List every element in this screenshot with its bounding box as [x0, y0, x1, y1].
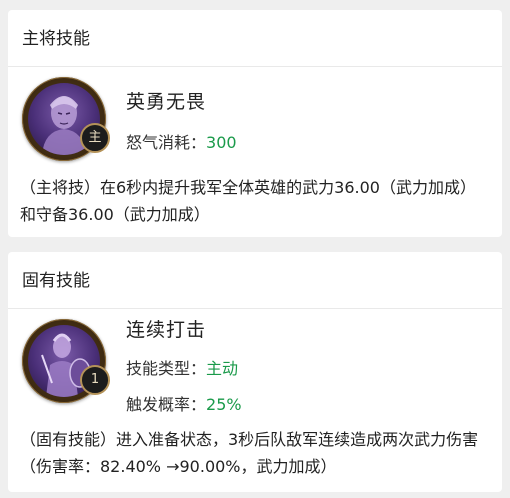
- attr-value: 25%: [206, 395, 242, 414]
- skill-name: 连续打击: [126, 319, 207, 341]
- skill-description: （主将技）在6秒内提升我军全体英雄的武力36.00（武力加成）和守备36.00（…: [20, 178, 476, 224]
- skill-row: 1 连续打击 技能类型：主动 触发概率：25%: [8, 309, 502, 421]
- skill-attr-type: 技能类型：主动: [126, 355, 238, 379]
- section-title: 固有技能: [8, 252, 502, 309]
- attr-label: 技能类型：: [126, 359, 207, 378]
- skill-icon-wrap[interactable]: 主: [22, 77, 110, 161]
- attr-label: 触发概率：: [126, 395, 207, 414]
- skill-description: （固有技能）进入准备状态，3秒后队敌军连续造成两次武力伤害（伤害率：82.40%…: [20, 430, 479, 476]
- skill-attr-trigger-rate: 触发概率：25%: [126, 391, 242, 415]
- attr-value: 300: [206, 133, 237, 152]
- section-title: 主将技能: [8, 10, 502, 67]
- skill-portrait-frame: 主: [22, 77, 110, 161]
- skill-portrait-frame: 1: [22, 319, 110, 403]
- leader-skill-card: 主将技能 主 英勇无畏 怒气消耗：300 （主将技）在6秒内提升我军全体英雄的武…: [8, 10, 502, 237]
- attr-label: 怒气消耗：: [126, 133, 207, 152]
- skill-level-badge: 1: [80, 365, 110, 395]
- leader-badge: 主: [80, 123, 110, 153]
- skill-attr-rage-cost: 怒气消耗：300: [126, 129, 237, 153]
- attr-value: 主动: [206, 359, 239, 378]
- innate-skill-card: 固有技能 1 连续打击 技能类型：主动 触发概率：25% （固有技能）进入准备状…: [8, 252, 502, 492]
- skill-row: 主 英勇无畏 怒气消耗：300: [8, 67, 502, 175]
- skill-name: 英勇无畏: [126, 91, 207, 113]
- skill-icon-wrap[interactable]: 1: [22, 319, 110, 403]
